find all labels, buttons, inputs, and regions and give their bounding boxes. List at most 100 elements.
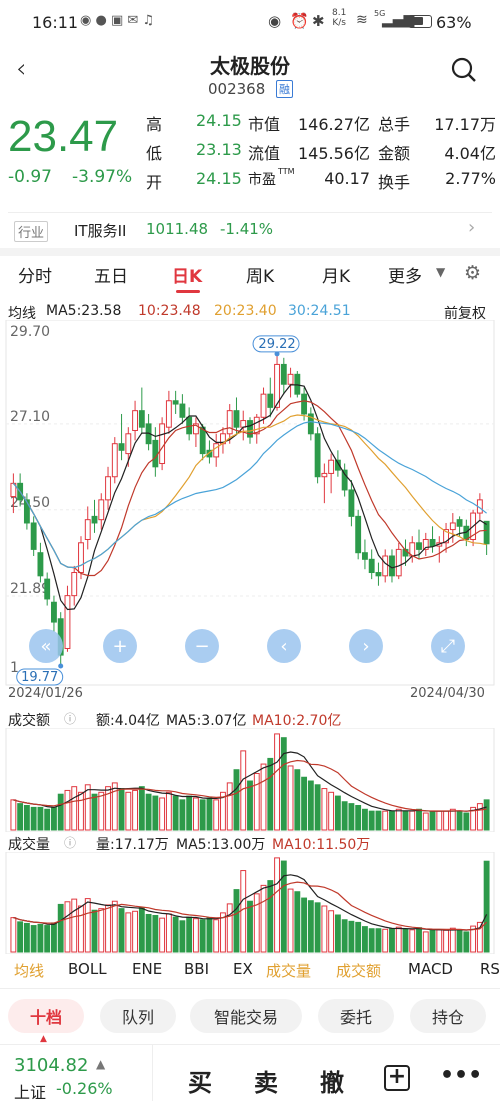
buy-button[interactable]: 买 — [188, 1063, 212, 1098]
amount-bar — [84, 784, 91, 831]
candle-body — [449, 522, 456, 531]
volume-bar — [226, 903, 233, 953]
wifi-icon: ≋ — [356, 12, 368, 28]
quote-value: 24.15 — [196, 169, 242, 188]
volume-bar — [247, 900, 253, 953]
indicator-bbi[interactable]: BBI — [184, 960, 209, 978]
amount-bar — [449, 808, 456, 831]
quote-label: 流值 — [248, 144, 281, 163]
indicator-macd[interactable]: MACD — [408, 960, 453, 978]
tab-weekly-k[interactable]: 周K — [246, 262, 274, 287]
volume-bar — [192, 918, 199, 953]
indicator-expma[interactable]: EX — [233, 960, 253, 978]
candle-body — [91, 515, 98, 524]
ten-level-button[interactable]: 十档 — [8, 999, 84, 1033]
indicator-ma[interactable]: 均线 — [14, 960, 44, 981]
industry-bar[interactable]: 行业 IT服务II 1011.48 -1.41% › — [8, 212, 492, 244]
volume-bar — [382, 928, 389, 953]
pan-right-icon[interactable]: › — [349, 629, 383, 663]
indicator-rsi[interactable]: RS — [480, 960, 500, 978]
rewind-icon[interactable]: « — [29, 629, 63, 663]
amount-bar — [199, 799, 206, 831]
amount-bar — [192, 797, 199, 831]
volume-bar — [314, 902, 321, 953]
quote-label: 换手 — [378, 173, 411, 192]
dropdown-icon[interactable]: ▼ — [436, 265, 445, 279]
low-label: 19.77 — [21, 670, 58, 685]
tab-five-day[interactable]: 五日 — [94, 262, 128, 287]
volume-bar — [233, 889, 240, 953]
amount-bar — [152, 795, 159, 831]
order-button[interactable]: 委托 — [318, 999, 394, 1033]
quote-label: 低 — [146, 144, 163, 163]
volume-bar — [355, 921, 362, 953]
volume-bar — [334, 914, 341, 953]
candle-body — [199, 426, 206, 455]
candle-body — [213, 443, 220, 458]
add-icon[interactable]: + — [384, 1065, 410, 1091]
amount-bar — [145, 793, 152, 831]
volume-bar — [213, 919, 220, 953]
candle-body — [416, 542, 422, 550]
cancel-button[interactable]: 撤 — [320, 1063, 344, 1098]
volume-bar — [172, 916, 179, 953]
tab-intraday[interactable]: 分时 — [18, 262, 52, 287]
amount-bar — [368, 810, 375, 831]
amount-bar — [429, 810, 436, 831]
info-icon[interactable]: ⓘ — [64, 834, 76, 851]
low-marker — [58, 663, 64, 669]
queue-button[interactable]: 队列 — [100, 999, 176, 1033]
candle-body — [240, 420, 247, 428]
indicator-ene[interactable]: ENE — [132, 960, 162, 978]
fullscreen-icon[interactable]: ⤢ — [431, 629, 465, 663]
candle-body — [389, 555, 395, 577]
amount-bar — [44, 808, 51, 831]
price-axis-label: 29.70 — [10, 324, 50, 340]
search-icon[interactable] — [450, 56, 476, 82]
amount-bar — [186, 795, 193, 831]
pan-left-icon[interactable]: ‹ — [267, 629, 301, 663]
volume-bar — [402, 928, 409, 953]
volume-chart[interactable] — [0, 852, 500, 954]
amount-chart[interactable] — [0, 728, 500, 832]
candlestick-chart[interactable]: 29.7027.1024.5021.89129.2219.77 — [0, 320, 500, 700]
position-button[interactable]: 持仓 — [410, 999, 486, 1033]
volume-bar — [328, 910, 335, 953]
divider — [152, 1045, 153, 1101]
volume-bar — [368, 928, 375, 953]
indicator-volume[interactable]: 成交量 — [266, 960, 311, 981]
zoom-out-icon[interactable]: − — [185, 629, 219, 663]
candle-body — [159, 423, 166, 465]
tab-more[interactable]: 更多 — [388, 262, 422, 287]
volume-ma5: MA5:13.00万 — [176, 837, 266, 853]
ma20-value: 20:23.40 — [214, 303, 277, 319]
amount-bar — [30, 806, 37, 831]
indicator-boll[interactable]: BOLL — [68, 960, 107, 978]
amount-bar — [118, 788, 125, 831]
quote-value: 146.27亿 — [298, 115, 370, 134]
candle-body — [64, 595, 71, 649]
candle-body — [118, 443, 125, 451]
tab-daily-k[interactable]: 日K — [172, 262, 202, 287]
volume-value: 量:17.17万 — [96, 837, 169, 853]
candle-body — [172, 400, 179, 405]
quote-value: 24.15 — [196, 111, 242, 130]
amount-bar — [361, 808, 368, 831]
amount-bar — [476, 803, 483, 831]
volume-bar — [240, 870, 247, 953]
zoom-in-icon[interactable]: + — [103, 629, 137, 663]
more-icon[interactable]: ••• — [440, 1063, 482, 1088]
industry-tag: 行业 — [14, 221, 49, 242]
amount-value: 额:4.04亿 — [96, 713, 160, 729]
info-icon[interactable]: ⓘ — [64, 710, 76, 727]
candle-body — [328, 459, 335, 474]
volume-bar — [152, 915, 159, 953]
indicator-amount[interactable]: 成交额 — [336, 960, 381, 981]
candle-body — [368, 558, 375, 574]
settings-icon[interactable]: ⚙ — [464, 262, 481, 284]
smart-trade-button[interactable]: 智能交易 — [190, 999, 302, 1033]
sell-button[interactable]: 卖 — [254, 1063, 278, 1098]
quote-label: 总手 — [378, 115, 411, 134]
tab-monthly-k[interactable]: 月K — [322, 262, 350, 287]
volume-bar — [78, 905, 84, 953]
